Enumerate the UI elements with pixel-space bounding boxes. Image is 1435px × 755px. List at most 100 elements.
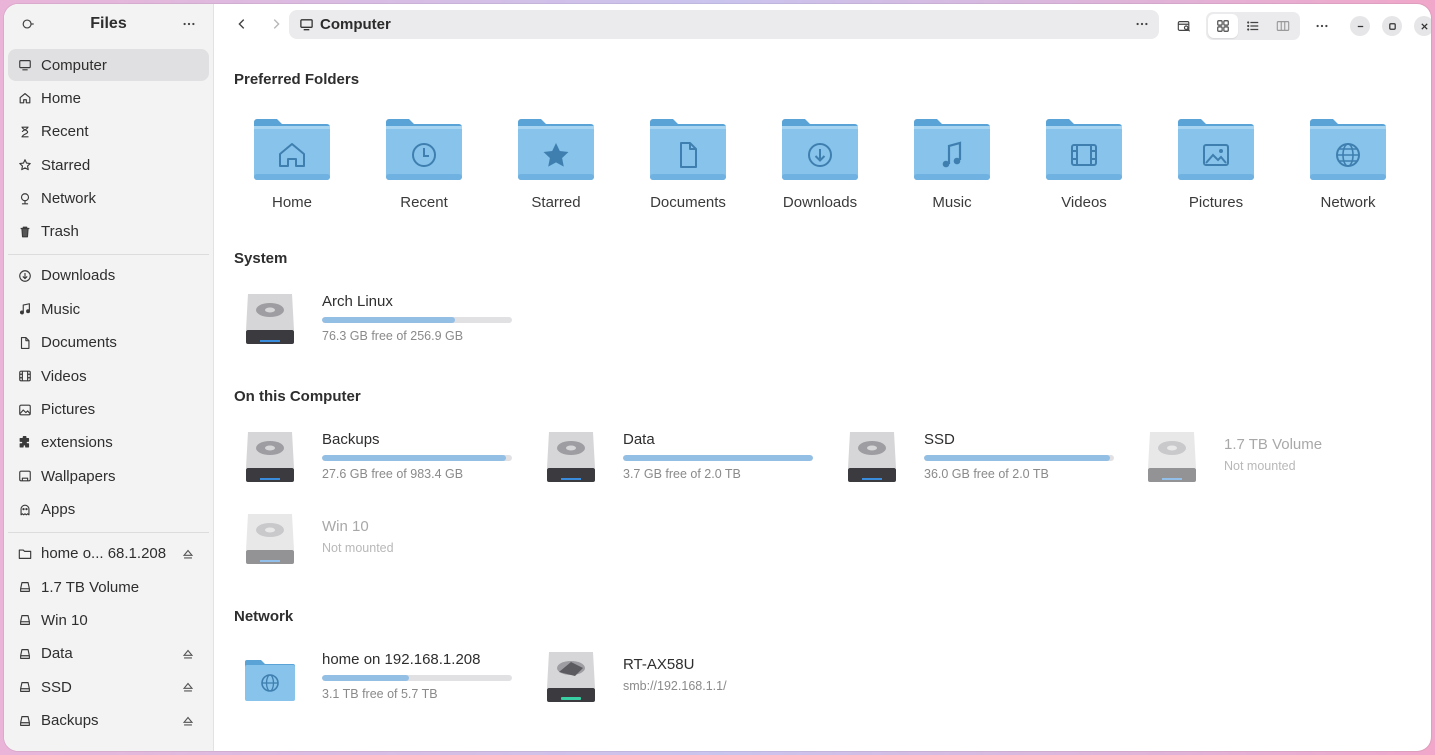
sidebar-item-home[interactable]: Home xyxy=(8,82,209,114)
forward-button[interactable] xyxy=(264,12,288,36)
section-title-on-computer: On this Computer xyxy=(234,388,361,405)
drive-name: Data xyxy=(623,431,655,448)
sidebar-header: Files xyxy=(4,4,213,44)
sidebar-item-label: SSD xyxy=(41,678,72,696)
usage-bar xyxy=(623,455,813,461)
sidebar-item-network[interactable]: Network xyxy=(8,183,209,215)
drive-win-10[interactable]: Win 10 Not mounted xyxy=(242,510,522,574)
search-location-icon[interactable] xyxy=(1172,14,1196,38)
sidebar-item-label: 1.7 TB Volume xyxy=(41,578,140,596)
sidebar-item-label: Computer xyxy=(41,56,107,74)
sidebar-item-videos[interactable]: Videos xyxy=(8,360,209,392)
computer-icon xyxy=(299,17,314,32)
view-switcher xyxy=(1206,12,1300,40)
path-menu-icon[interactable] xyxy=(1135,17,1149,31)
harddisk-icon xyxy=(1144,428,1200,488)
folder-label: Home xyxy=(271,194,312,211)
sidebar-item-backups[interactable]: Backups xyxy=(8,705,209,737)
harddisk-icon xyxy=(242,428,298,488)
sidebar-item-label: Data xyxy=(41,645,73,663)
sidebar-item-label: Trash xyxy=(41,223,79,241)
list-view-icon[interactable] xyxy=(1238,14,1268,38)
sidebar-item-recent[interactable]: Recent xyxy=(8,116,209,148)
history-icon[interactable] xyxy=(16,12,40,36)
sidebar-item-label: Wallpapers xyxy=(41,467,116,485)
sidebar-item-downloads[interactable]: Downloads xyxy=(8,260,209,292)
eject-icon[interactable] xyxy=(181,647,195,661)
harddisk-icon xyxy=(242,510,298,570)
sidebar-item-1-7-tb-volume[interactable]: 1.7 TB Volume xyxy=(8,571,209,603)
drive-info: 27.6 GB free of 983.4 GB xyxy=(322,467,464,481)
folder-pictures[interactable]: Pictures xyxy=(1158,116,1274,211)
back-button[interactable] xyxy=(230,12,254,36)
grid-view-icon[interactable] xyxy=(1208,14,1238,38)
folder-picture-icon xyxy=(1158,116,1274,182)
sidebar-item-apps[interactable]: Apps xyxy=(8,494,209,526)
sidebar-item-music[interactable]: Music xyxy=(8,293,209,325)
sidebar-item-trash[interactable]: Trash xyxy=(8,216,209,248)
sidebar-item-pictures[interactable]: Pictures xyxy=(8,394,209,426)
folder-documents[interactable]: Documents xyxy=(630,116,746,211)
toolbar: Computer xyxy=(214,4,1431,44)
sidebar-title: Files xyxy=(90,15,127,32)
close-button[interactable] xyxy=(1414,16,1431,36)
drive-icon xyxy=(18,580,32,594)
sidebar: Files Computer Home Recent Starred Network Tr… xyxy=(4,4,214,751)
drive-info: 3.7 GB free of 2.0 TB xyxy=(623,467,741,481)
eject-icon[interactable] xyxy=(181,714,195,728)
sidebar-menu-icon[interactable] xyxy=(177,12,201,36)
drive-arch-linux[interactable]: Arch Linux 76.3 GB free of 256.9 GB xyxy=(242,290,522,354)
folder-recent[interactable]: Recent xyxy=(366,116,482,211)
sidebar-item-home-o-68-1-208[interactable]: home o... 68.1.208 xyxy=(8,538,209,570)
sidebar-item-starred[interactable]: Starred xyxy=(8,149,209,181)
maximize-button[interactable] xyxy=(1382,16,1402,36)
folder-music[interactable]: Music xyxy=(894,116,1010,211)
drive-1-7-tb-volume[interactable]: 1.7 TB Volume Not mounted xyxy=(1144,428,1424,492)
video-icon xyxy=(18,369,32,383)
sidebar-item-win-10[interactable]: Win 10 xyxy=(8,604,209,636)
drive-icon xyxy=(18,680,32,694)
drive-ssd[interactable]: SSD 36.0 GB free of 2.0 TB xyxy=(844,428,1124,492)
drive-name: RT-AX58U xyxy=(623,656,695,673)
sidebar-item-label: Home xyxy=(41,89,82,107)
sidebar-item-extensions[interactable]: extensions xyxy=(8,427,209,459)
sidebar-item-computer[interactable]: Computer xyxy=(8,49,209,81)
folder-downloads[interactable]: Downloads xyxy=(762,116,878,211)
folder-label: Videos xyxy=(1061,194,1107,211)
folder-videos[interactable]: Videos xyxy=(1026,116,1142,211)
folder-document-icon xyxy=(630,116,746,182)
path-location: Computer xyxy=(320,16,391,33)
eject-icon[interactable] xyxy=(181,680,195,694)
path-bar[interactable]: Computer xyxy=(289,10,1159,39)
puzzle-icon xyxy=(18,435,32,450)
usage-bar xyxy=(322,317,512,323)
minimize-button[interactable] xyxy=(1350,16,1370,36)
sidebar-item-documents[interactable]: Documents xyxy=(8,327,209,359)
section-title-system: System xyxy=(234,250,288,267)
drive-backups[interactable]: Backups 27.6 GB free of 983.4 GB xyxy=(242,428,522,492)
sidebar-item-wallpapers[interactable]: Wallpapers xyxy=(8,460,209,492)
drive-data[interactable]: Data 3.7 GB free of 2.0 TB xyxy=(543,428,823,492)
section-title-preferred: Preferred Folders xyxy=(234,71,360,88)
main-view: Computer Preferred Folders Home Recent S… xyxy=(214,4,1431,751)
folder-home[interactable]: Home xyxy=(234,116,350,211)
download-icon xyxy=(18,269,32,283)
folder-network[interactable]: Network xyxy=(1290,116,1406,211)
drive-info: Not mounted xyxy=(1224,459,1296,473)
home-icon xyxy=(18,91,32,105)
main-menu-icon[interactable] xyxy=(1310,14,1334,38)
sidebar-item-data[interactable]: Data xyxy=(8,638,209,670)
folder-icon xyxy=(18,547,32,561)
sidebar-item-label: Pictures xyxy=(41,401,96,419)
eject-icon[interactable] xyxy=(181,547,195,561)
folder-starred[interactable]: Starred xyxy=(498,116,614,211)
drive-name: Arch Linux xyxy=(322,293,393,310)
drive-rt-ax58u[interactable]: RT-AX58U smb://192.168.1.1/ xyxy=(543,648,823,712)
column-view-icon[interactable] xyxy=(1268,14,1298,38)
drive-info: 76.3 GB free of 256.9 GB xyxy=(322,329,464,343)
trash-icon xyxy=(18,225,32,239)
drive-name: SSD xyxy=(924,431,955,448)
sidebar-item-ssd[interactable]: SSD xyxy=(8,671,209,703)
sidebar-item-label: Videos xyxy=(41,367,87,385)
drive-home-on-192-168-1-208[interactable]: home on 192.168.1.208 3.1 TB free of 5.7 … xyxy=(242,648,522,712)
